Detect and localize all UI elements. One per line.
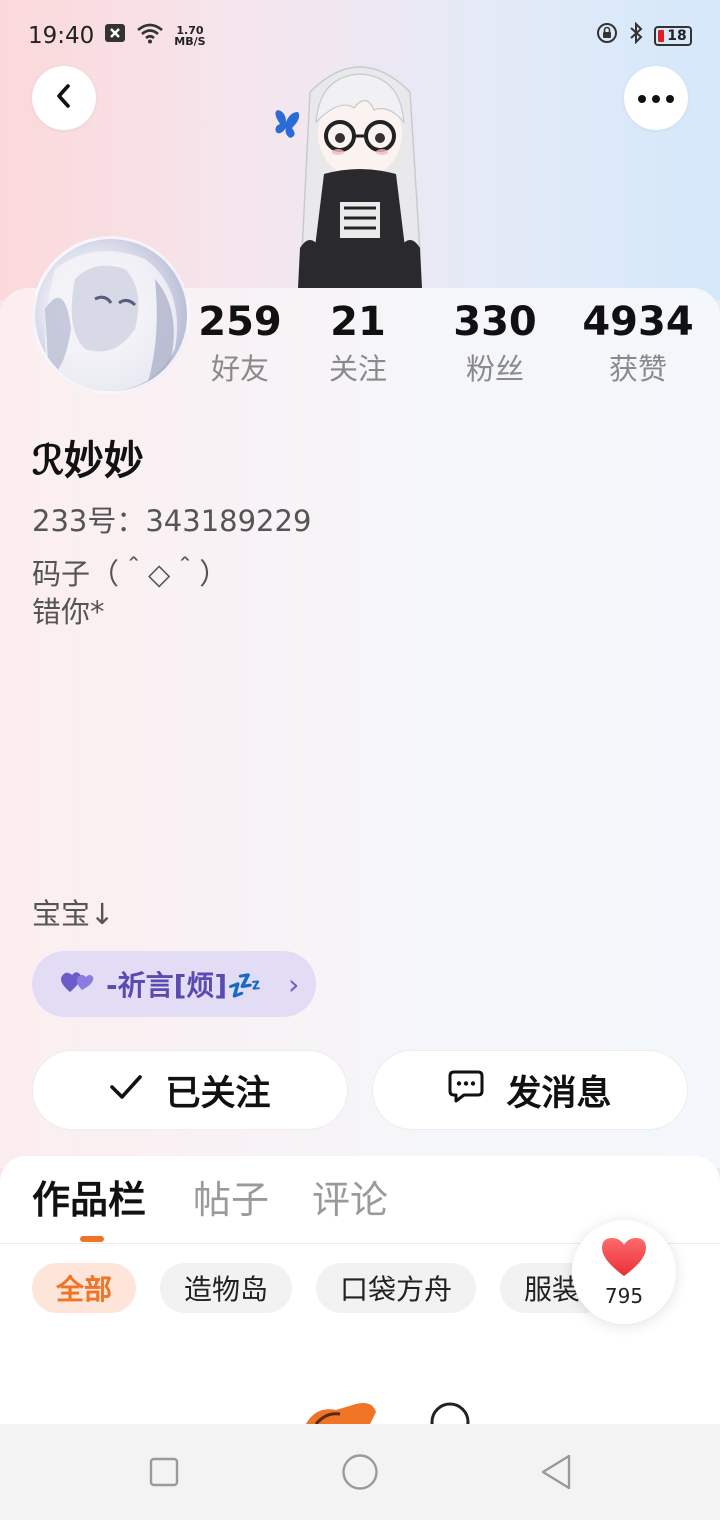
followed-button-label: 已关注 [165,1073,271,1114]
stat-following[interactable]: 21 关注 [298,294,418,388]
content-preview-art [296,1400,476,1424]
bio-line: 宝宝↓ [32,897,115,931]
user-id[interactable]: 233号：343189229 [32,498,311,540]
ellipsis-icon [637,89,675,108]
profile-card [0,288,720,1168]
wifi-icon [136,22,164,50]
relation-pill-label: -祈言[烦]💤 [106,969,263,1002]
stat-label: 粉丝 [465,352,524,386]
lock-rotation-icon [596,22,618,50]
status-right: 18 [596,21,692,50]
stat-value: 259 [198,299,282,345]
like-count: 795 [604,1284,644,1308]
stat-label: 好友 [210,352,269,386]
stat-value: 4934 [582,299,694,345]
like-button[interactable]: 795 [572,1220,676,1324]
bluetooth-icon [628,21,644,50]
home-button[interactable] [340,1452,380,1492]
tab-active-indicator [80,1236,104,1242]
back-triangle-button[interactable] [536,1452,576,1492]
chevron-left-icon [52,82,76,114]
username: ℛ妙妙 [32,437,144,484]
followed-button[interactable]: 已关注 [32,1050,348,1130]
avatar[interactable] [32,236,190,394]
stat-fans[interactable]: 330 粉丝 [435,294,555,388]
back-button[interactable] [32,66,96,130]
stat-likes[interactable]: 4934 获赞 [578,294,698,388]
tab-comments[interactable]: 评论 [312,1172,388,1228]
heart-icon [600,1236,648,1282]
filter-chip-creation-island[interactable]: 造物岛 [160,1263,292,1313]
send-message-button[interactable]: 发消息 [372,1050,688,1130]
net-speed-unit: MB/S [174,35,206,48]
status-left: 19:40 1.70 MB/S [28,22,206,50]
system-nav-bar [0,1424,720,1520]
filter-chip-all[interactable]: 全部 [32,1263,136,1313]
tab-posts[interactable]: 帖子 [193,1172,269,1228]
battery-icon: 18 [654,26,692,46]
battery-level: 18 [667,28,687,44]
more-button[interactable] [624,66,688,130]
stats-row: 259 好友 21 关注 330 粉丝 4934 获赞 [190,294,720,394]
stat-value: 330 [453,299,537,345]
recent-apps-button[interactable] [144,1452,184,1492]
close-box-icon [104,23,126,49]
chat-bubble-icon [448,1069,484,1112]
send-message-button-label: 发消息 [506,1073,612,1114]
double-heart-icon [60,968,94,1001]
bio-line: 错你* [32,595,105,629]
tab-works[interactable]: 作品栏 [32,1172,146,1228]
bio-line: 码子（＾◇＾） [32,557,229,591]
stat-friends[interactable]: 259 好友 [180,294,300,388]
stat-value: 21 [330,299,386,345]
battery-fill [658,30,664,42]
stat-label: 获赞 [608,352,667,386]
filter-chip-pocket-ark[interactable]: 口袋方舟 [316,1263,476,1313]
relation-pill[interactable]: -祈言[烦]💤 › [32,951,316,1017]
chevron-right-icon: › [288,967,300,1001]
status-time: 19:40 [28,23,95,49]
stat-label: 关注 [328,352,387,386]
character-figure [270,52,450,292]
net-speed: 1.70 MB/S [174,25,205,47]
checkmark-icon [109,1070,143,1110]
